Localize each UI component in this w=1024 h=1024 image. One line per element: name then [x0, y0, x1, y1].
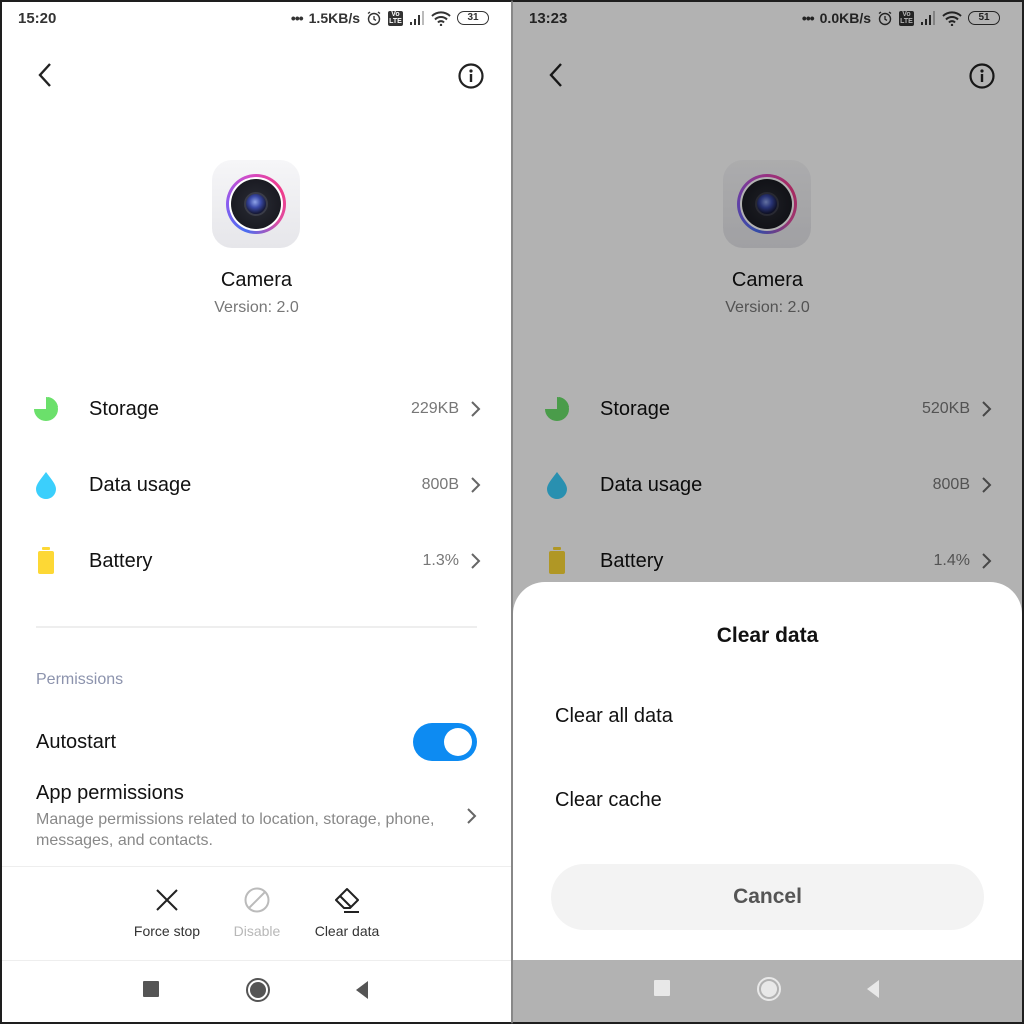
chevron-right-icon [471, 477, 481, 493]
clear-cache-option[interactable]: Clear cache [555, 775, 980, 825]
clear-data-dialog: Clear data Clear all data Clear cache Ca… [513, 582, 1022, 964]
navigation-bar [2, 960, 511, 1022]
chevron-left-icon [38, 63, 51, 87]
battery-icon: 31 [457, 11, 489, 25]
pie-chart-icon [34, 397, 58, 421]
chevron-right-icon [471, 401, 481, 417]
app-permissions-row[interactable]: App permissions Manage permissions relat… [36, 782, 477, 854]
battery-row[interactable]: Battery 1.3% [32, 541, 481, 581]
recents-button[interactable] [654, 980, 670, 1003]
app-permissions-description: Manage permissions related to location, … [36, 811, 435, 849]
volte-icon: Vo LTE [388, 10, 403, 26]
home-circle-icon [757, 977, 781, 1001]
close-x-icon [156, 889, 178, 911]
storage-value: 229KB [410, 400, 459, 417]
autostart-toggle[interactable] [413, 723, 477, 761]
data-usage-row[interactable]: Data usage 800B [32, 465, 481, 505]
navigation-bar [513, 960, 1022, 1022]
recents-button[interactable] [143, 981, 159, 1004]
clear-all-data-option[interactable]: Clear all data [555, 691, 980, 741]
action-bar: Force stop Disable Clear data [2, 866, 511, 964]
data-usage-value: 800B [421, 476, 459, 493]
toggle-knob [444, 728, 472, 756]
back-triangle-icon [867, 980, 879, 998]
back-nav-button[interactable] [865, 980, 881, 1003]
app-info-screen-with-dialog: 13:23 ••• 0.0KB/s Vo LTE 51 Camera Versio… [512, 0, 1024, 1024]
recents-square-icon [654, 980, 670, 996]
status-time: 15:20 [18, 10, 57, 27]
status-bar: 15:20 ••• 1.5KB/s Vo LTE 31 [2, 2, 511, 38]
water-drop-icon [36, 472, 56, 499]
back-button[interactable] [32, 60, 58, 90]
battery-icon [38, 547, 54, 574]
back-nav-button[interactable] [354, 981, 370, 1004]
autostart-row: Autostart [36, 720, 477, 764]
chevron-right-icon [467, 808, 477, 824]
storage-label: Storage [89, 397, 160, 420]
autostart-label: Autostart [36, 730, 117, 753]
eraser-icon [335, 888, 359, 913]
camera-lens-icon [226, 174, 286, 234]
disable-label: Disable [233, 923, 281, 939]
force-stop-button[interactable]: Force stop [122, 885, 212, 939]
disable-button[interactable]: Disable [212, 885, 302, 939]
home-button[interactable] [245, 977, 271, 1008]
dialog-title: Clear data [716, 624, 819, 647]
home-circle-icon [246, 978, 270, 1002]
more-dots-icon: ••• [290, 10, 304, 26]
battery-value: 1.3% [422, 552, 459, 569]
clear-data-label: Clear data [314, 923, 380, 939]
app-name: Camera [220, 269, 293, 291]
net-speed: 1.5KB/s [308, 10, 360, 26]
info-icon [458, 63, 484, 89]
wifi-icon [431, 10, 451, 26]
chevron-right-icon [471, 553, 481, 569]
back-triangle-icon [356, 981, 368, 999]
permissions-section-label: Permissions [36, 671, 124, 688]
clear-data-button[interactable]: Clear data [302, 885, 392, 939]
app-permissions-title: App permissions [36, 782, 184, 804]
battery-label: Battery [89, 549, 153, 572]
home-button[interactable] [756, 976, 782, 1007]
block-icon [244, 887, 270, 913]
info-button[interactable] [457, 62, 485, 90]
app-info-screen: 15:20 ••• 1.5KB/s Vo LTE 31 Camera Versio… [0, 0, 512, 1024]
cancel-button[interactable]: Cancel [551, 864, 984, 930]
signal-icon [410, 11, 424, 25]
storage-row[interactable]: Storage 229KB [32, 389, 481, 429]
alarm-icon [367, 11, 381, 26]
app-version: Version: 2.0 [214, 299, 299, 316]
divider [36, 626, 477, 628]
app-icon [212, 160, 300, 248]
data-usage-label: Data usage [89, 473, 192, 496]
force-stop-label: Force stop [133, 923, 201, 939]
recents-square-icon [143, 981, 159, 997]
